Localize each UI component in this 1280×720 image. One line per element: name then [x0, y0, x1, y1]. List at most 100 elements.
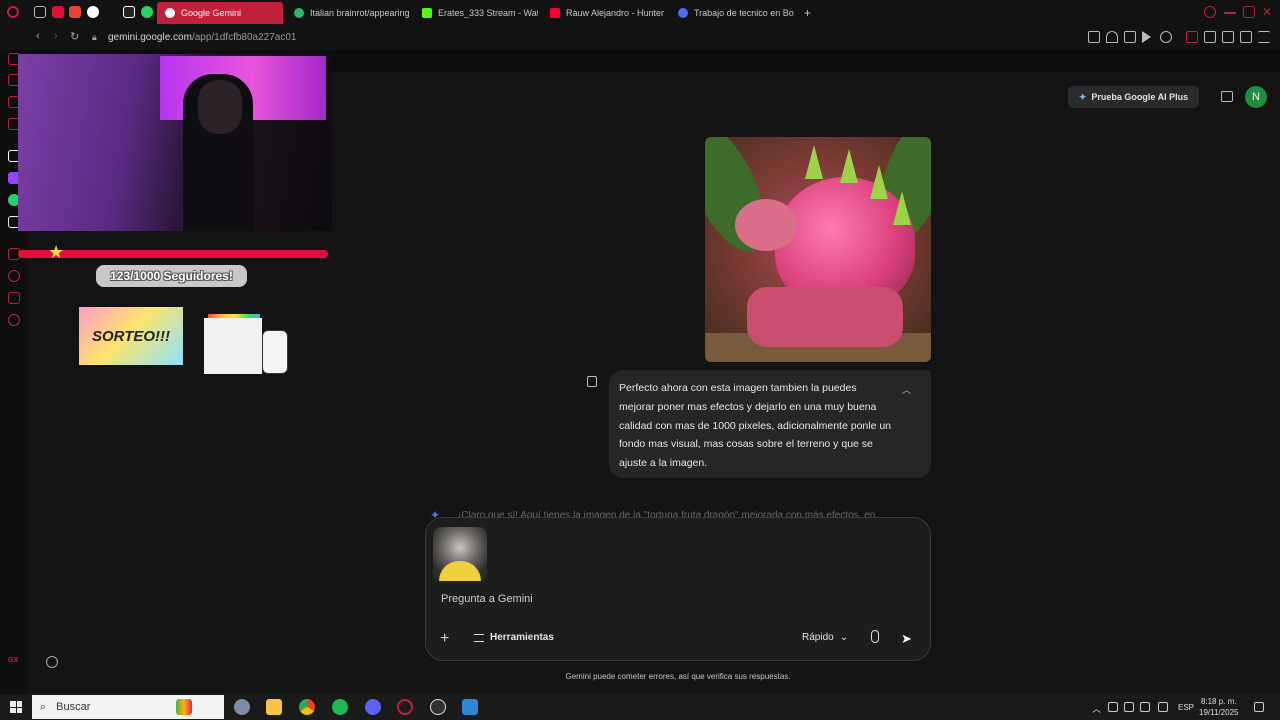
split-view-icon[interactable] — [1088, 31, 1100, 43]
restore-icon[interactable] — [1243, 6, 1255, 18]
close-icon[interactable]: ✕ — [1262, 6, 1274, 18]
console-dock — [204, 318, 262, 374]
download-icon[interactable] — [1240, 31, 1252, 43]
star-icon: ★ — [48, 242, 65, 262]
temporary-chat-icon[interactable] — [1221, 91, 1233, 102]
gx-label: GX — [8, 657, 19, 664]
chevron-up-icon[interactable]: ︿ — [1092, 702, 1101, 715]
play-icon[interactable] — [1142, 31, 1151, 43]
pen-icon[interactable] — [1158, 702, 1168, 712]
opera-logo-icon[interactable] — [7, 6, 19, 18]
chevron-down-icon: ⌄ — [839, 632, 849, 643]
follower-goal-label: 123/1000 Seguidores! — [96, 265, 247, 287]
wallet-icon[interactable] — [1222, 31, 1234, 43]
minimize-icon[interactable] — [1224, 12, 1236, 14]
usb-icon[interactable] — [1108, 702, 1118, 712]
turtle-head — [735, 199, 797, 251]
tab-italian-brainrot[interactable]: Italian brainrot/appearing — [286, 2, 410, 24]
pinned-tab-youtube-icon[interactable] — [52, 6, 64, 18]
paint-icon[interactable] — [462, 699, 478, 715]
notification-icon[interactable] — [1254, 702, 1264, 712]
tab-rauw-alejandro[interactable]: Rauw Alejandro - Hunter — [542, 2, 666, 24]
url-field[interactable]: gemini.google.com/app/1dfcfb80a227ac01 — [108, 32, 296, 43]
pinned-tab-tiktok-icon[interactable] — [123, 6, 135, 18]
streamer-head — [198, 80, 242, 134]
taskbar-app-icon[interactable] — [234, 699, 250, 715]
menu-icon[interactable] — [1258, 31, 1270, 43]
obs-icon[interactable] — [430, 699, 446, 715]
sidebar-history-icon[interactable] — [8, 270, 20, 282]
shell-spike — [870, 165, 888, 199]
prompt-input[interactable]: Pregunta a Gemini — [441, 593, 533, 605]
forward-icon[interactable]: › — [54, 30, 58, 42]
language-indicator[interactable]: ESP — [1178, 703, 1194, 712]
vpn-icon[interactable] — [1186, 31, 1198, 43]
send-button[interactable]: ➤ — [901, 631, 912, 647]
tab-erates-stream[interactable]: Erates_333 Stream - Wat — [414, 2, 538, 24]
tab-label: Trabajo de tecnico en Bog — [694, 8, 794, 18]
dragonfruit-turtle-image[interactable] — [705, 137, 931, 362]
pinned-tab-icon[interactable] — [34, 6, 46, 18]
shell-spike — [893, 191, 911, 225]
taskbar-search[interactable]: ⌕ Buscar — [32, 695, 224, 719]
back-icon[interactable]: ‹ — [36, 30, 40, 42]
add-icon[interactable]: + — [440, 630, 449, 648]
sidebar-settings-icon[interactable] — [8, 314, 20, 326]
tools-button[interactable]: Herramientas — [474, 632, 554, 643]
volume-icon[interactable] — [1140, 702, 1150, 712]
mode-label: Rápido — [802, 632, 834, 643]
shell-spike — [805, 145, 823, 179]
youtube-favicon-icon — [550, 8, 560, 18]
user-message-text: Perfecto ahora con esta imagen tambien l… — [619, 382, 892, 470]
discord-icon[interactable] — [365, 699, 381, 715]
clock-time: 8:18 p. m. — [1200, 697, 1237, 706]
sparkle-icon: ✦ — [1078, 91, 1087, 102]
tab-label: Erates_333 Stream - Wat — [438, 8, 538, 18]
tools-label: Herramientas — [490, 632, 554, 643]
copy-icon[interactable] — [587, 376, 597, 387]
joycon-controller — [262, 330, 288, 374]
tab-label: Rauw Alejandro - Hunter — [566, 8, 665, 18]
kick-favicon-icon — [422, 8, 432, 18]
shell-spike — [840, 149, 858, 183]
extensions-icon[interactable] — [1204, 31, 1216, 43]
search-highlight-icon[interactable] — [176, 699, 192, 715]
search-icon: ⌕ — [40, 700, 47, 713]
tab-label: Google Gemini — [181, 8, 242, 18]
file-explorer-icon[interactable] — [266, 699, 282, 715]
avatar[interactable]: N — [1245, 86, 1267, 108]
clock[interactable]: 8:18 p. m. 19/11/2025 — [1199, 696, 1238, 718]
new-tab-button[interactable]: + — [796, 2, 816, 24]
tab-favicon-icon — [678, 8, 688, 18]
attached-image-thumbnail[interactable] — [433, 527, 487, 581]
tab-favicon-icon — [294, 8, 304, 18]
reload-icon[interactable]: ↻ — [70, 30, 79, 43]
settings-icon[interactable] — [46, 656, 58, 668]
chevron-up-icon[interactable]: ︿ — [902, 383, 911, 396]
tab-label: Italian brainrot/appearing — [310, 8, 410, 18]
taskbar-search-placeholder: Buscar — [56, 701, 91, 713]
heart-icon[interactable] — [1160, 31, 1172, 43]
try-ai-plus-button[interactable]: ✦ Prueba Google AI Plus — [1068, 86, 1199, 108]
pinned-tab-google-icon[interactable] — [87, 6, 99, 18]
url-domain: gemini.google.com — [108, 32, 192, 43]
windows-start-icon[interactable] — [10, 701, 22, 713]
pinned-tab-whatsapp-icon[interactable] — [141, 6, 153, 18]
mic-icon[interactable] — [871, 630, 879, 643]
giveaway-banner: SORTEO!!! — [79, 307, 183, 365]
webcam-overlay — [18, 54, 332, 231]
model-mode-select[interactable]: Rápido ⌄ — [802, 632, 848, 643]
pinned-tab-gmail-icon[interactable] — [69, 6, 81, 18]
sidebar-extensions-icon[interactable] — [8, 292, 20, 304]
try-ai-plus-label: Prueba Google AI Plus — [1091, 92, 1189, 102]
tab-trabajo-tecnico[interactable]: Trabajo de tecnico en Bog — [670, 2, 794, 24]
opera-gx-taskbar-icon[interactable] — [397, 699, 413, 715]
chrome-icon[interactable] — [299, 699, 315, 715]
clock-date: 19/11/2025 — [1199, 708, 1239, 717]
tab-google-gemini[interactable]: Google Gemini — [157, 2, 283, 24]
network-icon[interactable] — [1124, 702, 1134, 712]
pin-icon[interactable] — [1106, 31, 1118, 43]
spotify-icon[interactable] — [332, 699, 348, 715]
snapshot-icon[interactable] — [1124, 31, 1136, 43]
search-icon[interactable] — [1204, 6, 1216, 18]
